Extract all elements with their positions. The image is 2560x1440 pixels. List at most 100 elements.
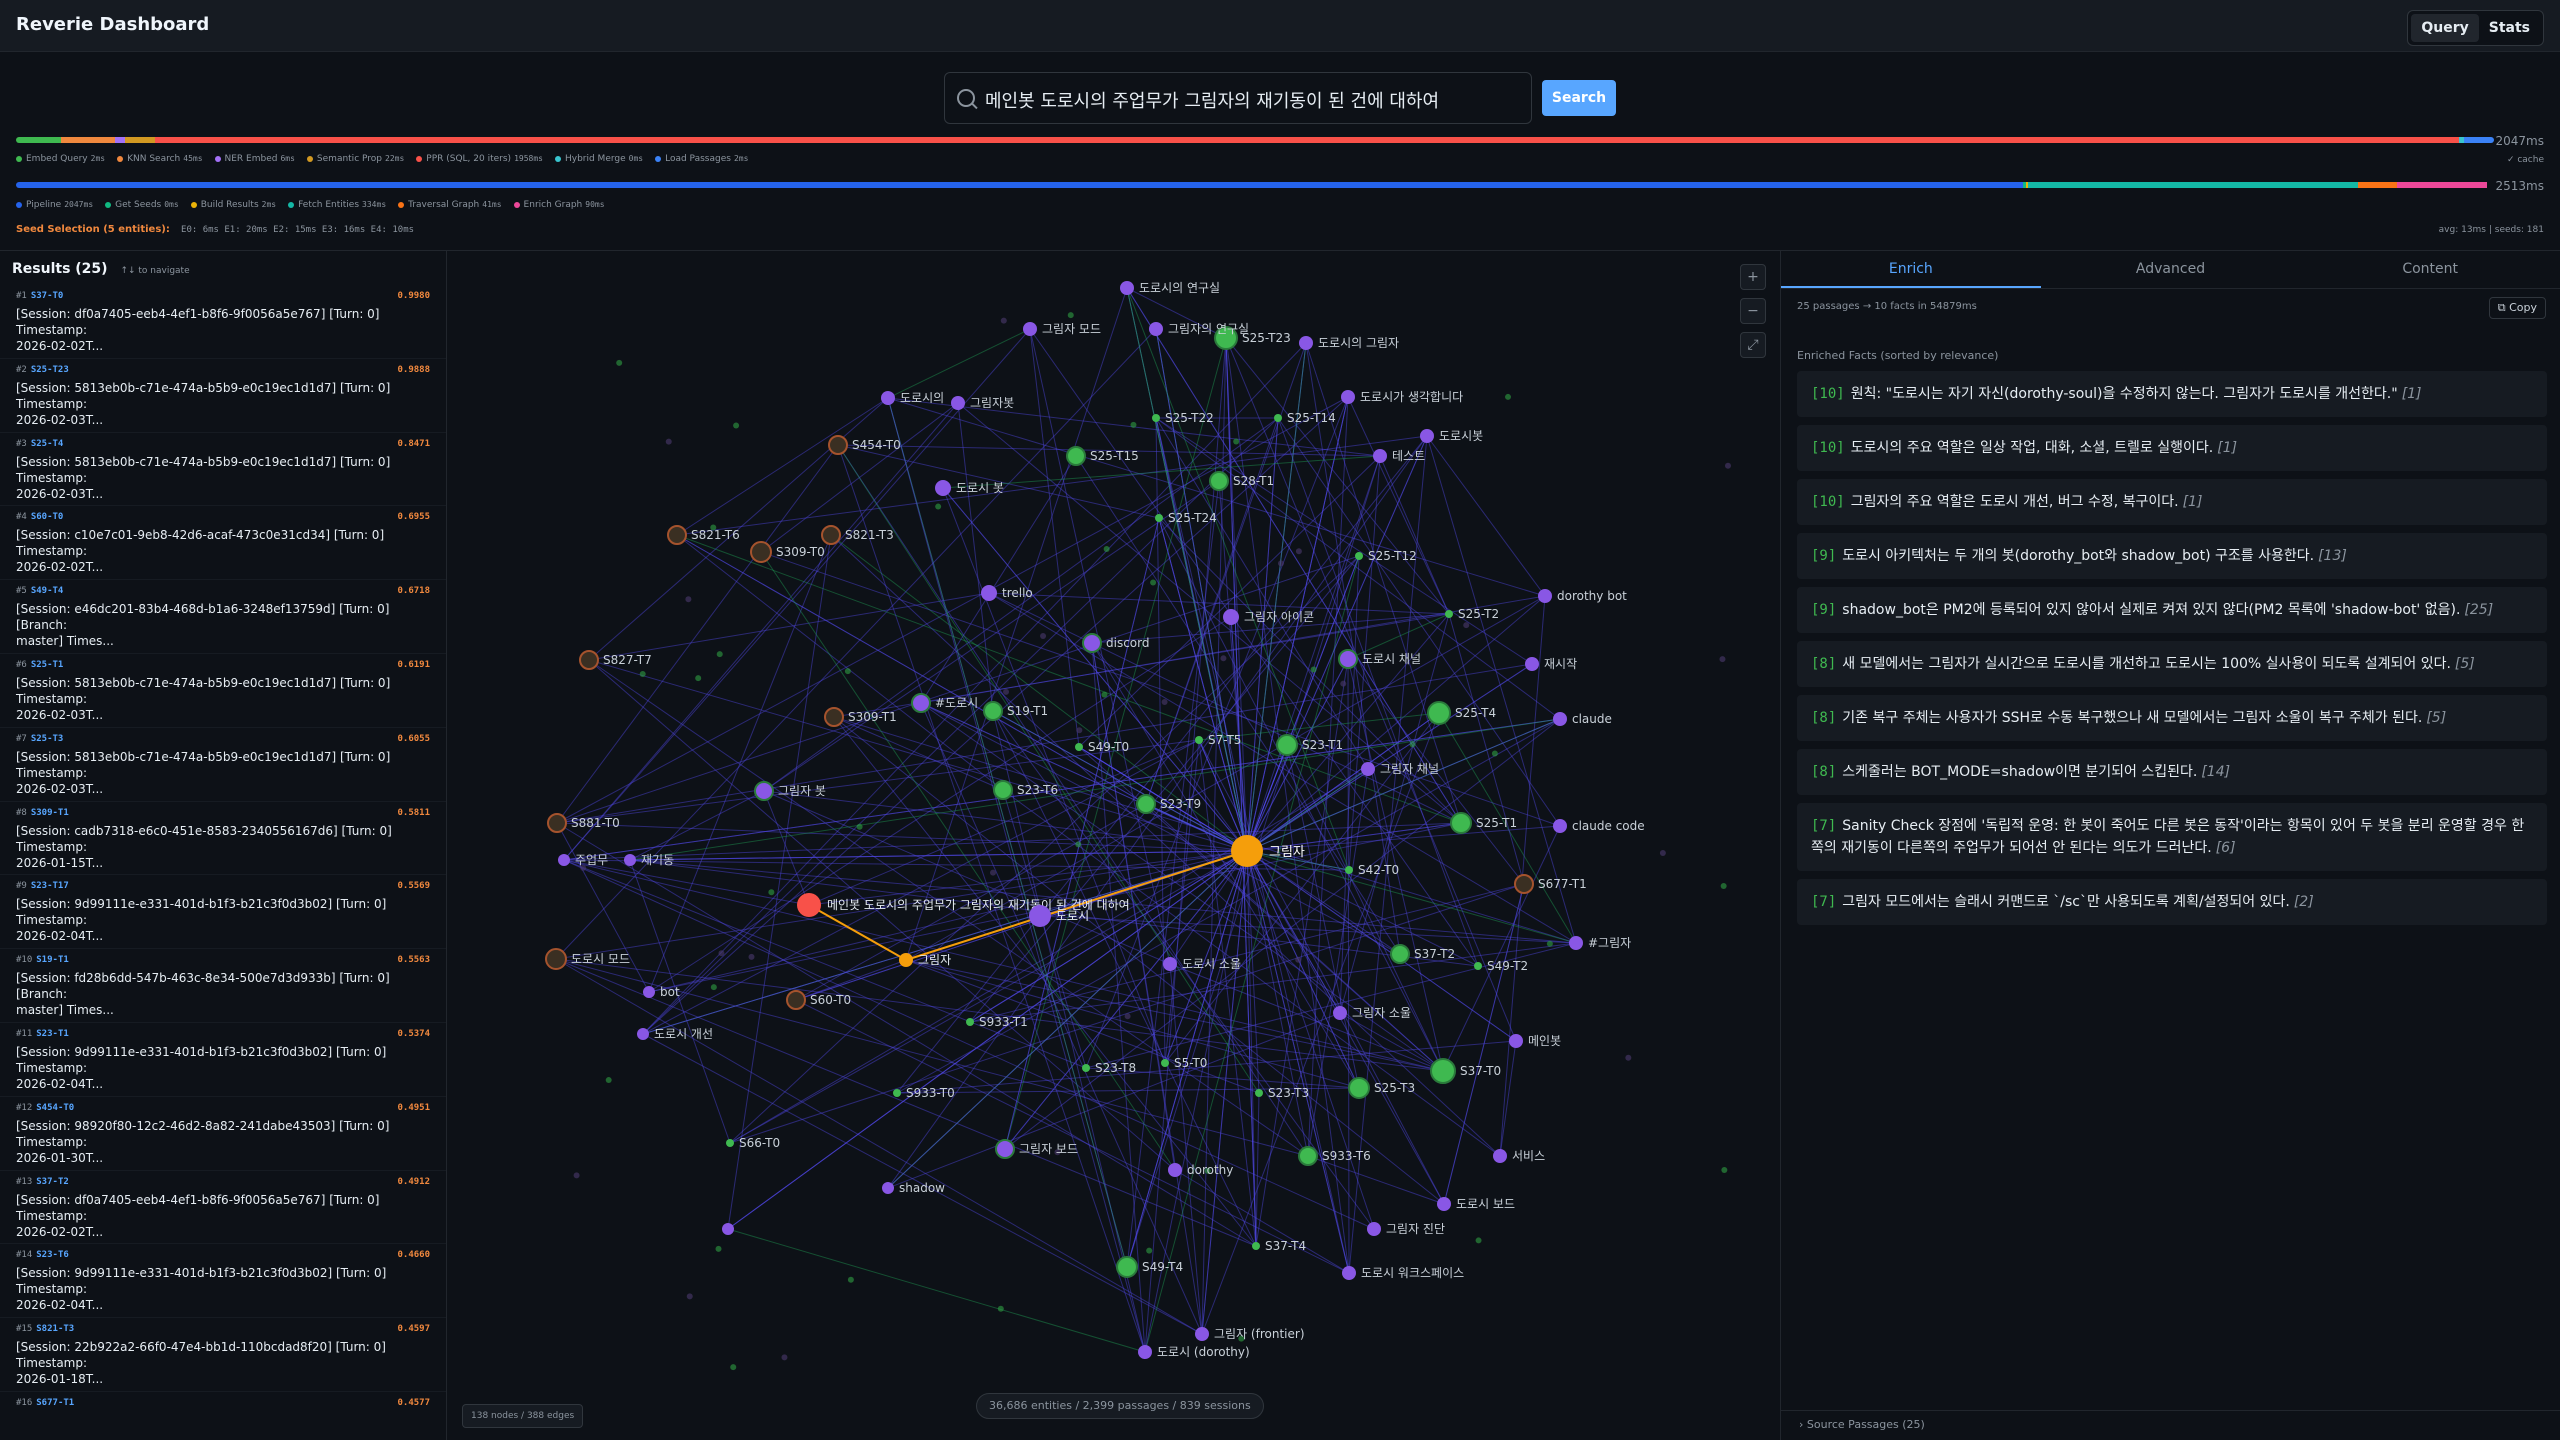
graph-node-minor[interactable] bbox=[847, 1276, 854, 1283]
graph-node[interactable] bbox=[1341, 390, 1355, 404]
graph-node[interactable] bbox=[893, 1089, 901, 1097]
graph-node-minor[interactable] bbox=[573, 1172, 580, 1179]
graph-node-minor[interactable] bbox=[1546, 940, 1553, 947]
graph-node[interactable] bbox=[935, 480, 951, 496]
graph-node-minor[interactable] bbox=[1721, 1166, 1728, 1173]
graph-node-minor[interactable] bbox=[1463, 622, 1470, 629]
graph-node-minor[interactable] bbox=[997, 1305, 1004, 1312]
graph-node[interactable] bbox=[1082, 1064, 1090, 1072]
graph-node[interactable] bbox=[1514, 874, 1534, 894]
graph-node-minor[interactable] bbox=[730, 1364, 737, 1371]
graph-node-minor[interactable] bbox=[1000, 317, 1007, 324]
graph-node[interactable] bbox=[1149, 322, 1163, 336]
graph-node[interactable] bbox=[1163, 957, 1177, 971]
graph-node[interactable] bbox=[1345, 866, 1353, 874]
graph-node[interactable] bbox=[1367, 1222, 1381, 1236]
result-item[interactable]: #16 S677-T1 0.4577 bbox=[0, 1392, 446, 1440]
graph-node[interactable] bbox=[1373, 449, 1387, 463]
graph-node[interactable] bbox=[1082, 633, 1102, 653]
graph-node-minor[interactable] bbox=[1719, 656, 1726, 663]
graph-node[interactable] bbox=[722, 1223, 734, 1235]
graph-node-minor[interactable] bbox=[1040, 632, 1047, 639]
graph-node[interactable] bbox=[1223, 609, 1239, 625]
graph-node[interactable] bbox=[637, 1028, 649, 1040]
result-item[interactable]: #5 S49-T4 0.6718 [Session: e46dc201-83b4-46… bbox=[0, 580, 446, 654]
graph-node-minor[interactable] bbox=[1220, 655, 1227, 662]
graph-node[interactable] bbox=[1338, 649, 1358, 669]
graph-node[interactable] bbox=[1538, 589, 1552, 603]
graph-node[interactable] bbox=[824, 707, 844, 727]
graph-node[interactable] bbox=[1437, 1197, 1451, 1211]
graph-node[interactable] bbox=[1553, 712, 1567, 726]
graph-node[interactable] bbox=[1298, 1146, 1318, 1166]
result-item[interactable]: #15 S821-T3 0.4597 [Session: 22b922a2-66f0-… bbox=[0, 1318, 446, 1392]
result-item[interactable]: #14 S23-T6 0.4660 [Session: 9d99111e-e331-4… bbox=[0, 1244, 446, 1319]
graph-node-seed[interactable] bbox=[899, 953, 913, 967]
graph-node-minor[interactable] bbox=[1277, 560, 1284, 567]
graph-node-minor[interactable] bbox=[695, 675, 702, 682]
graph-node-minor[interactable] bbox=[710, 984, 717, 991]
graph-node-minor[interactable] bbox=[1720, 883, 1727, 890]
graph-node-minor[interactable] bbox=[935, 503, 942, 510]
graph-node-minor[interactable] bbox=[1310, 666, 1317, 673]
search-input[interactable]: 메인봇 도로시의 주업무가 그림자의 재기동이 된 건에 대하여 bbox=[944, 72, 1532, 124]
tab-query[interactable]: Query bbox=[2411, 14, 2479, 42]
result-item[interactable]: #13 S37-T2 0.4912 [Session: df0a7405-eeb4-4… bbox=[0, 1171, 446, 1245]
result-item[interactable]: #2 S25-T23 0.9888 [Session: 5813eb0b-c71e-4… bbox=[0, 359, 446, 433]
graph-node-minor[interactable] bbox=[1409, 741, 1416, 748]
graph-node[interactable] bbox=[1209, 471, 1229, 491]
graph-node-minor[interactable] bbox=[1233, 438, 1240, 445]
result-item[interactable]: #9 S23-T17 0.5569 [Session: 9d99111e-e331-4… bbox=[0, 875, 446, 950]
graph-node[interactable] bbox=[881, 391, 895, 405]
graph-node[interactable] bbox=[1195, 1327, 1209, 1341]
graph-node[interactable] bbox=[1509, 1034, 1523, 1048]
graph-node-minor[interactable] bbox=[639, 671, 646, 678]
graph-node-minor[interactable] bbox=[1295, 956, 1302, 963]
graph-node-dorothy[interactable] bbox=[1029, 905, 1051, 927]
graph-node[interactable] bbox=[558, 854, 570, 866]
graph-node-minor[interactable] bbox=[1067, 312, 1074, 319]
graph-node[interactable] bbox=[1420, 429, 1434, 443]
graph-node[interactable] bbox=[1276, 734, 1298, 756]
result-item[interactable]: #12 S454-T0 0.4951 [Session: 98920f80-12c2-… bbox=[0, 1097, 446, 1171]
graph-node[interactable] bbox=[1427, 701, 1451, 725]
graph-node-minor[interactable] bbox=[1150, 579, 1157, 586]
graph-node[interactable] bbox=[1348, 1077, 1370, 1099]
graph-node[interactable] bbox=[993, 780, 1013, 800]
graph-node[interactable] bbox=[1255, 1089, 1263, 1097]
graph-node[interactable] bbox=[1299, 336, 1313, 350]
graph-node[interactable] bbox=[1333, 1006, 1347, 1020]
graph-node[interactable] bbox=[1525, 657, 1539, 671]
tab-advanced[interactable]: Advanced bbox=[2041, 251, 2301, 288]
tab-enrich[interactable]: Enrich bbox=[1781, 251, 2041, 288]
graph-node-minor[interactable] bbox=[686, 1293, 693, 1300]
graph-node-minor[interactable] bbox=[685, 596, 692, 603]
graph-node-minor[interactable] bbox=[856, 823, 863, 830]
graph-node[interactable] bbox=[1493, 1149, 1507, 1163]
graph-node-minor[interactable] bbox=[1076, 727, 1083, 734]
fit-view-button[interactable]: ⤢ bbox=[1740, 332, 1766, 358]
result-item[interactable]: #3 S25-T4 0.8471 [Session: 5813eb0b-c71e-47… bbox=[0, 433, 446, 507]
graph-node[interactable] bbox=[624, 854, 636, 866]
graph-node-minor[interactable] bbox=[1124, 1013, 1131, 1020]
graph-node-minor[interactable] bbox=[605, 1077, 612, 1084]
graph-node[interactable] bbox=[1023, 322, 1037, 336]
graph-node[interactable] bbox=[821, 525, 841, 545]
graph-node[interactable] bbox=[911, 693, 931, 713]
graph-node[interactable] bbox=[1361, 762, 1375, 776]
graph-node[interactable] bbox=[828, 435, 848, 455]
zoom-in-button[interactable]: + bbox=[1740, 264, 1766, 290]
graph-node[interactable] bbox=[1120, 281, 1134, 295]
graph-node[interactable] bbox=[1138, 1345, 1152, 1359]
graph-node[interactable] bbox=[983, 701, 1003, 721]
graph-node-query[interactable] bbox=[797, 893, 821, 917]
graph-node[interactable] bbox=[1155, 514, 1163, 522]
graph-node[interactable] bbox=[667, 525, 687, 545]
graph-node-minor[interactable] bbox=[616, 359, 623, 366]
graph-node-minor[interactable] bbox=[716, 651, 723, 658]
graph-node-minor[interactable] bbox=[733, 422, 740, 429]
graph-node[interactable] bbox=[1161, 1059, 1169, 1067]
graph-canvas[interactable]: S25-T23 S25-T22 S25-T14 S25-T15 S28-T1 S25-T2… bbox=[448, 251, 1779, 1440]
graph-node-minor[interactable] bbox=[1625, 1054, 1632, 1061]
graph-node[interactable] bbox=[1152, 414, 1160, 422]
